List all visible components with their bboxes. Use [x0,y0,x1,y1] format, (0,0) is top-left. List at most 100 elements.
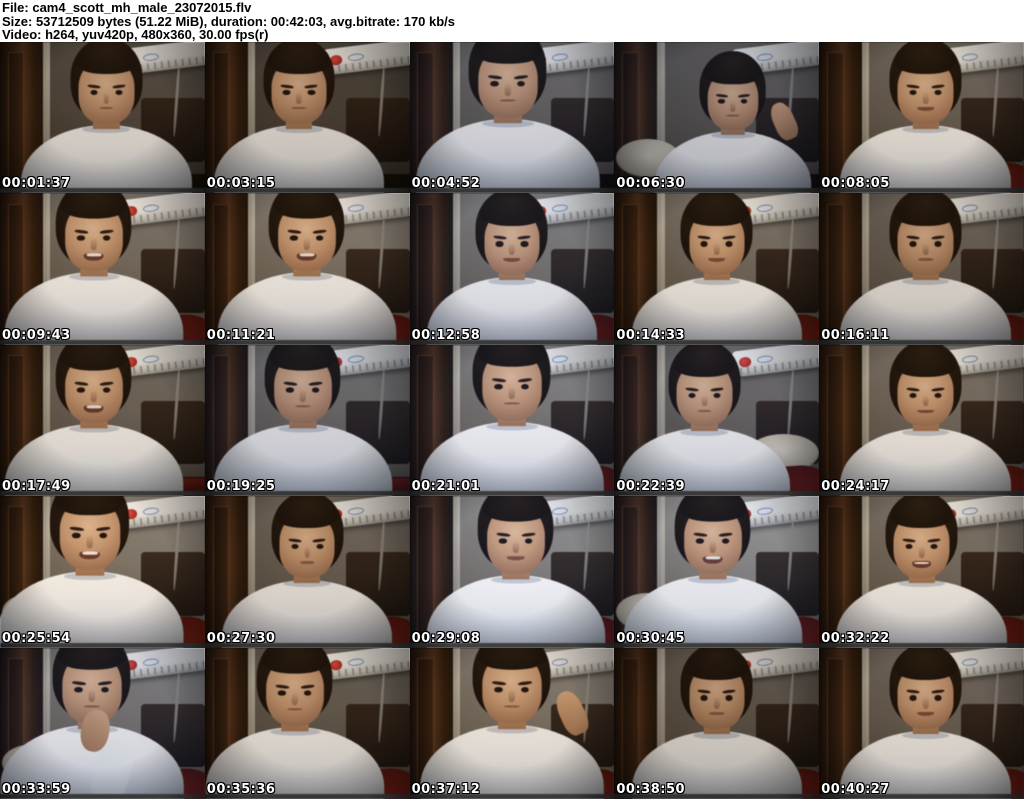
person [654,51,812,194]
right-eyebrow [738,93,751,98]
left-eyebrow [491,377,507,383]
left-eyebrow [487,74,503,80]
left-eye [909,241,917,247]
mouth [708,258,726,263]
head [889,42,962,124]
head [56,193,132,272]
timestamp-overlay: 00:09:43 [2,327,71,343]
right-eye [741,98,748,104]
hair-fringe [58,647,126,670]
hair-fringe [480,194,544,226]
hair-fringe [478,344,546,367]
right-eyebrow [722,689,736,695]
right-eye [103,387,112,393]
timestamp-overlay: 00:30:45 [616,630,686,646]
right-eyebrow [722,235,736,241]
left-eye [700,241,708,247]
right-eye [721,538,730,544]
right-eyebrow [300,683,315,689]
left-eyebrow [906,689,921,695]
webcam-frame [204,496,410,648]
mouth [287,707,303,711]
left-eye [494,686,503,693]
right-eye [713,392,721,398]
mouth [726,114,740,117]
mouth [697,409,712,413]
left-eyebrow [906,83,921,89]
left-eyebrow [906,235,921,241]
right-eyebrow [718,532,733,538]
hair-fringe [679,496,746,523]
right-eyebrow [312,538,327,543]
head [50,496,130,570]
right-eye [521,686,530,693]
video-thumbnail: 00:19:25 [204,344,410,497]
left-eyebrow [74,380,89,386]
left-eye [77,235,85,242]
timestamp-overlay: 00:17:49 [2,479,71,495]
left-eye [499,538,507,544]
video-thumbnail: 00:37:12 [409,647,615,799]
left-eyebrow [87,83,102,89]
video-thumbnail: 00:12:58 [409,193,615,345]
head [700,51,767,131]
mouth [917,106,934,111]
webcam-frame [0,496,205,648]
nose-shadow [918,546,925,558]
mouth [295,404,311,408]
webcam-frame [819,42,1024,194]
timestamp-overlay: 00:03:15 [206,176,276,192]
right-eyebrow [97,679,113,686]
video-thumbnail: 00:16:11 [819,193,1024,345]
video-thumbnail: 00:04:52 [409,42,615,194]
webcam-frame [409,344,615,497]
left-eyebrow [906,386,921,392]
right-eye [517,80,526,87]
mouth [709,712,724,715]
video-thumbnail: 00:03:15 [204,42,410,194]
left-eye [278,689,286,696]
timestamp-overlay: 00:08:05 [821,176,890,192]
right-eyebrow [99,229,115,235]
right-eyebrow [926,538,941,543]
left-eyebrow [492,235,507,241]
right-eye [307,89,316,96]
hair-fringe [890,497,953,529]
right-eye [725,241,733,247]
hair-fringe [61,193,127,220]
head [271,496,344,578]
left-eye [909,89,917,96]
video-thumbnail: 00:27:30 [204,496,410,648]
hair-fringe [478,647,546,670]
nose-shadow [513,540,519,553]
video-thumbnail: 00:38:50 [614,647,820,799]
left-eyebrow [71,679,87,686]
webcam-frame [0,42,205,194]
head [263,42,335,124]
head [680,647,753,730]
person [0,647,185,799]
video-thumbnail: 00:21:01 [409,344,615,497]
right-eyebrow [517,377,533,383]
video-thumbnail: 00:11:21 [204,193,410,345]
webcam-frame [819,647,1024,799]
hair-fringe [704,56,762,85]
timestamp-overlay: 00:01:37 [2,176,71,192]
webcam-frame [614,344,820,497]
timestamp-overlay: 00:24:17 [821,479,890,495]
mouth [99,106,114,110]
mouth [507,556,525,561]
left-eyebrow [69,526,85,532]
timestamp-overlay: 00:38:50 [616,781,686,797]
timestamp-overlay: 00:21:01 [411,479,481,495]
person [419,344,604,497]
head [885,496,958,578]
left-eye [291,544,299,550]
video-thumbnail: 00:06:30 [614,42,820,194]
person [213,42,385,194]
right-eye [930,544,938,550]
timestamp-overlay: 00:14:33 [616,327,686,343]
left-eye [905,544,913,550]
timestamp-overlay: 00:32:22 [821,630,890,646]
right-eyebrow [931,83,945,89]
